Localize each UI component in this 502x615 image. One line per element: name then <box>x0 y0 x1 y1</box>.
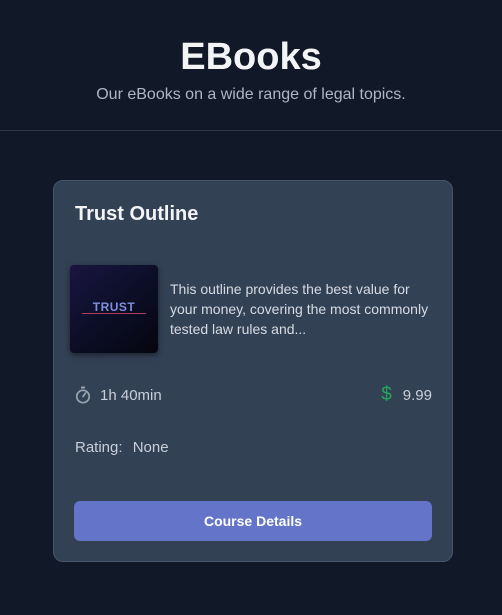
cover-divider <box>82 313 146 314</box>
duration-info: 1h 40min <box>75 386 162 404</box>
stopwatch-icon <box>75 386 91 404</box>
rating-label: Rating: <box>75 439 123 456</box>
ebook-card: Trust Outline TRUST This outline provide… <box>53 180 453 562</box>
ebook-cover-image: TRUST <box>70 265 158 353</box>
rating-value: None <box>132 439 169 456</box>
course-details-button[interactable]: Course Details <box>74 501 432 541</box>
duration-text: 1h 40min <box>100 386 162 404</box>
page-header: EBooks Our eBooks on a wide range of leg… <box>0 0 502 131</box>
page-title: EBooks <box>180 36 322 78</box>
page-subtitle: Our eBooks on a wide range of legal topi… <box>96 86 406 103</box>
cover-title-text: TRUST <box>92 300 136 314</box>
price-info: $ 9.99 <box>381 385 432 405</box>
price-value: 9.99 <box>402 386 432 404</box>
ebook-description: This outline provides the best value for… <box>170 281 429 337</box>
ebook-title: Trust Outline <box>75 203 199 225</box>
dollar-icon: $ <box>381 384 392 405</box>
rating-info: Rating: None <box>75 439 169 456</box>
